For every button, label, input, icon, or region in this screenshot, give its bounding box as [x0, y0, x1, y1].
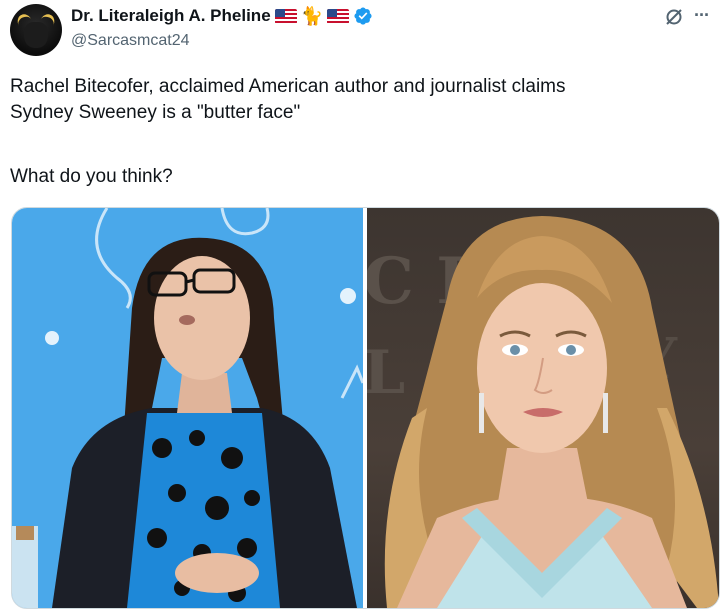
author-handle[interactable]: @Sarcasmcat24 [71, 32, 190, 50]
us-flag-icon [274, 8, 297, 24]
tweet-media[interactable]: C E L Y [11, 207, 720, 609]
more-options-icon[interactable]: ··· [694, 5, 710, 26]
tweet-text-line-2: Sydney Sweeney is a "butter face" [10, 102, 301, 123]
verified-badge-icon[interactable] [353, 6, 373, 26]
avatar-cat-face [24, 22, 48, 48]
svg-text:L: L [367, 338, 405, 408]
left-photo[interactable] [12, 208, 363, 608]
author-display-name[interactable]: Dr. Literaleigh A. Pheline [71, 6, 271, 26]
tweet-text-line-1: Rachel Bitecofer, acclaimed American aut… [10, 76, 566, 97]
author-name-row: Dr. Literaleigh A. Pheline 🐈 [71, 6, 373, 26]
tweet-text-line-3: What do you think? [10, 166, 173, 187]
grok-icon[interactable] [664, 7, 684, 27]
cat-icon: 🐈 [300, 6, 324, 26]
right-photo[interactable]: C E L Y [367, 208, 719, 608]
avatar[interactable] [10, 4, 62, 56]
tweet-card: Dr. Literaleigh A. Pheline 🐈 @Sarcasmcat… [0, 0, 725, 613]
us-flag-icon [327, 8, 350, 24]
